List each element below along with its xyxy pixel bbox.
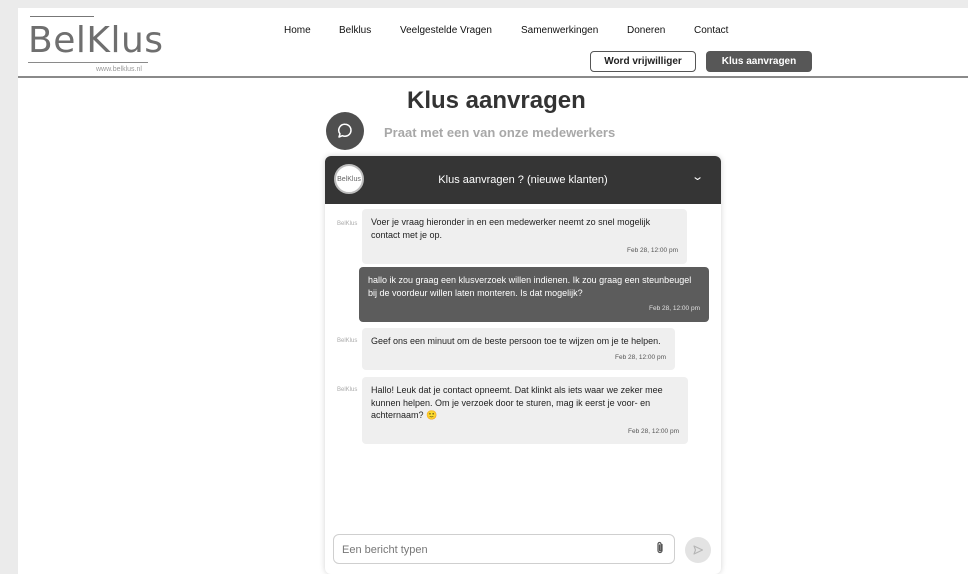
message-input-box — [333, 534, 675, 564]
message-text: Voer je vraag hieronder in en een medewe… — [371, 217, 651, 240]
message-text: Hallo! Leuk dat je contact opneemt. Dat … — [371, 385, 663, 420]
nav-home[interactable]: Home — [284, 25, 311, 36]
logo-top-line — [30, 16, 94, 17]
page-frame: BelKlus www.belklus.nl Home Belklus Veel… — [18, 8, 968, 574]
volunteer-button[interactable]: Word vrijwilliger — [590, 51, 696, 72]
message-input[interactable] — [342, 542, 642, 558]
logo[interactable]: BelKlus — [28, 20, 164, 61]
paperclip-icon[interactable] — [654, 541, 666, 558]
agent-message-icon: BelKlus — [337, 387, 358, 393]
chat-title: Klus aanvragen ? (nieuwe klanten) — [438, 174, 608, 186]
chat-widget: BelKlus Klus aanvragen ? (nieuwe klanten… — [325, 156, 721, 574]
logo-url: www.belklus.nl — [96, 66, 142, 73]
message-text: Geef ons een minuut om de beste persoon … — [371, 336, 661, 346]
nav-partnerships[interactable]: Samenwerkingen — [521, 25, 598, 36]
page-title: Klus aanvragen — [407, 87, 586, 114]
message-text: hallo ik zou graag een klusverzoek wille… — [368, 275, 692, 298]
request-job-button[interactable]: Klus aanvragen — [706, 51, 812, 72]
agent-message-icon: BelKlus — [337, 338, 358, 344]
agent-avatar — [326, 112, 364, 150]
user-message: hallo ik zou graag een klusverzoek wille… — [359, 267, 709, 322]
nav-contact[interactable]: Contact — [694, 25, 728, 36]
logo-underline — [28, 62, 148, 63]
chat-header[interactable]: BelKlus Klus aanvragen ? (nieuwe klanten… — [325, 156, 721, 204]
send-icon — [693, 545, 704, 555]
message-timestamp: Feb 28, 12:00 pm — [649, 305, 700, 312]
chat-bubble-icon — [338, 123, 352, 138]
page-subtitle: Praat met een van onze medewerkers — [384, 125, 616, 140]
agent-message: Geef ons een minuut om de beste persoon … — [362, 328, 675, 370]
chevron-down-icon[interactable]: ⌄ — [691, 170, 704, 183]
message-timestamp: Feb 28, 12:00 pm — [628, 427, 679, 435]
site-header: BelKlus www.belklus.nl Home Belklus Veel… — [18, 8, 968, 78]
agent-message: Hallo! Leuk dat je contact opneemt. Dat … — [362, 377, 688, 444]
agent-message: Voer je vraag hieronder in en een medewe… — [362, 209, 687, 264]
nav-belklus[interactable]: Belklus — [339, 25, 371, 36]
message-timestamp: Feb 28, 12:00 pm — [627, 247, 678, 254]
agent-message-icon: BelKlus — [337, 221, 358, 227]
nav-faq[interactable]: Veelgestelde Vragen — [400, 25, 492, 36]
message-timestamp: Feb 28, 12:00 pm — [615, 353, 666, 361]
nav-donate[interactable]: Doneren — [627, 25, 665, 36]
send-button[interactable] — [685, 537, 711, 563]
